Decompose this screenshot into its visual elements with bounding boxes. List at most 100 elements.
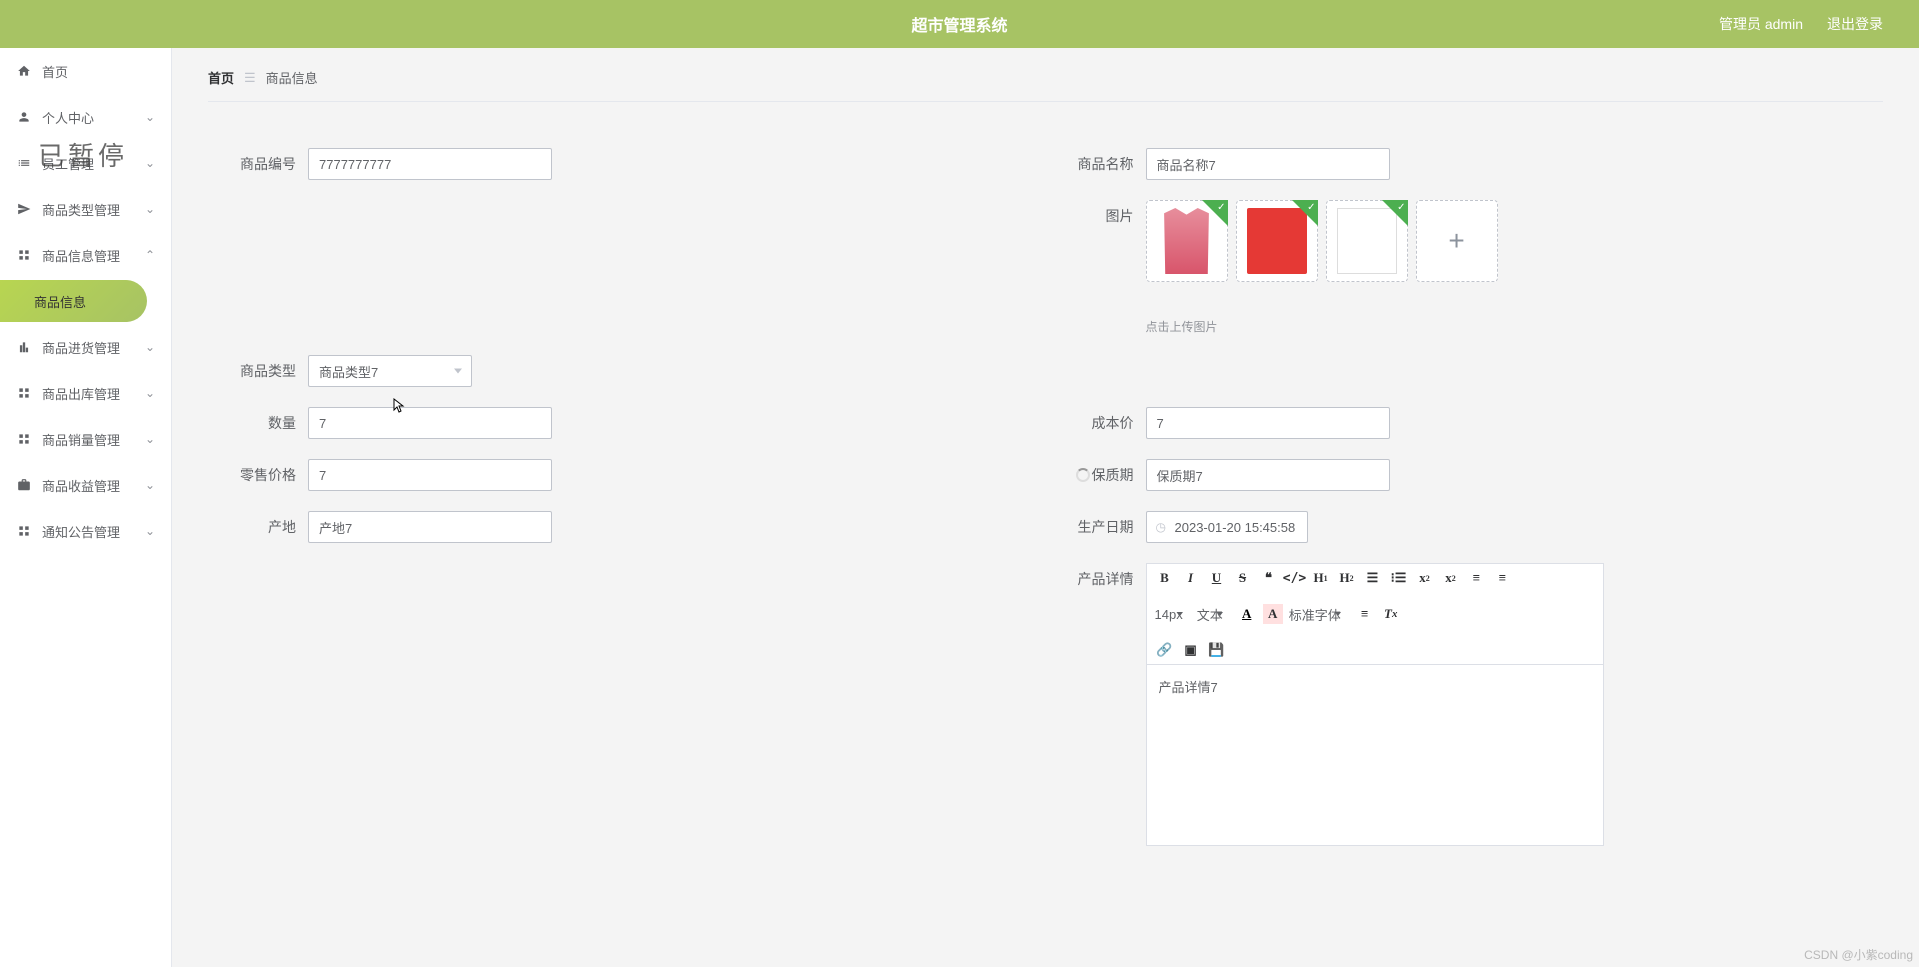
clear-format-button[interactable]: Tx [1381, 604, 1401, 624]
image-thumb-2[interactable] [1236, 200, 1318, 282]
chevron-down-icon: ⌄ [145, 340, 155, 354]
product-type-select[interactable] [308, 355, 472, 387]
product-name-input[interactable] [1146, 148, 1390, 180]
image-upload-area: + [1146, 200, 1498, 282]
list-icon [16, 155, 32, 171]
bar-icon [16, 339, 32, 355]
text-style-select[interactable]: 文本 [1197, 605, 1223, 624]
strike-button[interactable]: S [1233, 568, 1253, 588]
sidebar-item-sales[interactable]: 商品销量管理 ⌄ [0, 416, 171, 462]
sidebar-item-home[interactable]: 首页 [0, 48, 171, 94]
sidebar-item-personal[interactable]: 个人中心 ⌄ [0, 94, 171, 140]
label-images: 图片 [1046, 200, 1146, 232]
sidebar-item-category[interactable]: 商品类型管理 ⌄ [0, 186, 171, 232]
label-detail: 产品详情 [1046, 563, 1146, 595]
sidebar-item-label: 商品收益管理 [42, 476, 120, 495]
italic-button[interactable]: I [1181, 568, 1201, 588]
font-family-select[interactable]: 标准字体 [1289, 605, 1341, 624]
label-product-no: 商品编号 [208, 148, 308, 180]
code-button[interactable]: </> [1285, 568, 1305, 588]
h2-button[interactable]: H2 [1337, 568, 1357, 588]
quantity-input[interactable] [308, 407, 552, 439]
main-content: 首页 ☰ 商品信息 商品编号 商品名称 图片 [172, 48, 1919, 967]
admin-label[interactable]: 管理员 admin [1719, 14, 1803, 34]
logout-link[interactable]: 退出登录 [1827, 14, 1883, 34]
font-size-select[interactable]: 14px [1155, 607, 1183, 622]
quote-button[interactable]: ❝ [1259, 568, 1279, 588]
underline-button[interactable]: U [1207, 568, 1227, 588]
link-button[interactable]: 🔗 [1155, 640, 1175, 660]
sidebar-item-notice[interactable]: 通知公告管理 ⌄ [0, 508, 171, 554]
label-cost-price: 成本价 [1046, 407, 1146, 439]
indent-left-button[interactable]: ≡ [1467, 568, 1487, 588]
sidebar: 已暂停 首页 个人中心 ⌄ 员工管理 ⌄ 商品类型管理 ⌄ 商品信息管理 ⌃ 商… [0, 48, 172, 967]
origin-input[interactable] [308, 511, 552, 543]
save-button[interactable]: 💾 [1207, 640, 1227, 660]
sidebar-item-outbound[interactable]: 商品出库管理 ⌄ [0, 370, 171, 416]
sidebar-item-staff[interactable]: 员工管理 ⌄ [0, 140, 171, 186]
top-bar: 超市管理系统 管理员 admin 退出登录 [0, 0, 1919, 48]
prod-date-input[interactable] [1146, 511, 1308, 543]
grid-icon [16, 523, 32, 539]
chevron-down-icon: ⌄ [145, 478, 155, 492]
image-thumb-1[interactable] [1146, 200, 1228, 282]
chevron-down-icon: ⌄ [145, 156, 155, 170]
editor-content[interactable]: 产品详情7 [1147, 665, 1603, 845]
grid-icon [16, 431, 32, 447]
image-upload-add[interactable]: + [1416, 200, 1498, 282]
ul-button[interactable]: ⁝☰ [1389, 568, 1409, 588]
image-thumb-3[interactable] [1326, 200, 1408, 282]
app-title: 超市管理系统 [911, 12, 1007, 36]
font-color-button[interactable]: A [1237, 604, 1257, 624]
image-button[interactable]: ▣ [1181, 640, 1201, 660]
chevron-down-icon: ⌄ [145, 524, 155, 538]
briefcase-icon [16, 477, 32, 493]
breadcrumb-current: 商品信息 [266, 68, 318, 87]
plus-icon: + [1448, 225, 1464, 257]
chevron-down-icon: ⌄ [145, 202, 155, 216]
label-retail-price: 零售价格 [208, 459, 308, 491]
shelf-life-input[interactable] [1146, 459, 1390, 491]
bold-button[interactable]: B [1155, 568, 1175, 588]
sidebar-item-purchase[interactable]: 商品进货管理 ⌄ [0, 324, 171, 370]
sidebar-item-label: 通知公告管理 [42, 522, 120, 541]
bg-color-button[interactable]: A [1263, 604, 1283, 624]
h1-button[interactable]: H1 [1311, 568, 1331, 588]
indent-right-button[interactable]: ≡ [1493, 568, 1513, 588]
csdn-watermark: CSDN @小紫coding [1804, 946, 1913, 963]
label-prod-date: 生产日期 [1046, 511, 1146, 543]
breadcrumb-sep-icon: ☰ [244, 70, 256, 86]
label-product-type: 商品类型 [208, 355, 308, 387]
subscript-button[interactable]: x2 [1415, 568, 1435, 588]
sidebar-item-productinfo[interactable]: 商品信息管理 ⌃ [0, 232, 171, 278]
sidebar-item-label: 商品销量管理 [42, 430, 120, 449]
chevron-up-icon: ⌃ [145, 248, 155, 262]
retail-price-input[interactable] [308, 459, 552, 491]
sidebar-submenu-productinfo[interactable]: 商品信息 [0, 280, 147, 322]
align-button[interactable]: ≡ [1355, 604, 1375, 624]
sidebar-item-label: 个人中心 [42, 108, 94, 127]
success-corner-icon [1382, 200, 1408, 226]
top-bar-right: 管理员 admin 退出登录 [1719, 14, 1919, 34]
sidebar-item-profit[interactable]: 商品收益管理 ⌄ [0, 462, 171, 508]
sidebar-item-label: 首页 [42, 62, 68, 81]
cost-price-input[interactable] [1146, 407, 1390, 439]
sidebar-item-label: 商品信息管理 [42, 246, 120, 265]
clock-icon: ◷ [1156, 520, 1166, 534]
label-product-name: 商品名称 [1046, 148, 1146, 180]
loading-spinner-icon [1076, 468, 1090, 482]
breadcrumb: 首页 ☰ 商品信息 [208, 68, 1883, 102]
superscript-button[interactable]: x2 [1441, 568, 1461, 588]
product-no-input[interactable] [308, 148, 552, 180]
sidebar-item-label: 员工管理 [42, 154, 94, 173]
ol-button[interactable]: ☰ [1363, 568, 1383, 588]
chevron-down-icon: ⌄ [145, 386, 155, 400]
sidebar-item-label: 商品进货管理 [42, 338, 120, 357]
breadcrumb-home[interactable]: 首页 [208, 68, 234, 87]
editor-toolbar: B I U S ❝ </> H1 H2 ☰ ⁝☰ x2 x2 ≡ [1147, 564, 1603, 665]
chevron-down-icon: ⌄ [145, 110, 155, 124]
user-icon [16, 109, 32, 125]
label-shelf-life: 保质期 [1046, 459, 1146, 491]
upload-hint: 点击上传图片 [1146, 318, 1498, 335]
sidebar-item-label: 商品出库管理 [42, 384, 120, 403]
